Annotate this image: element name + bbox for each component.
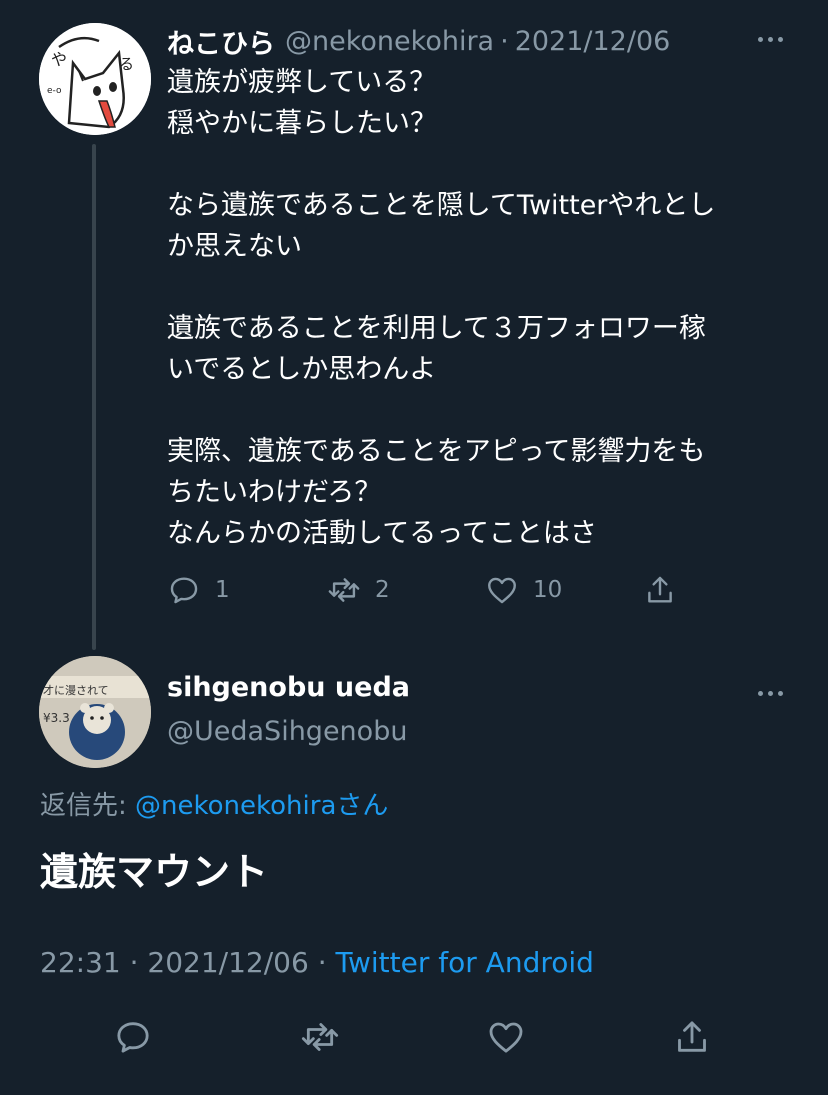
tweet-text: 遺族が疲弊している？ 穏やかに暮らしたい？ なら遺族であることを隠してTwitt…: [167, 62, 792, 554]
like-count: 10: [533, 577, 563, 603]
svg-text:る: る: [119, 55, 134, 73]
reply-icon: [170, 577, 198, 604]
retweet-icon: [328, 578, 360, 602]
tweet-line: いでるとしか思わんよ: [167, 354, 437, 385]
reply-button[interactable]: [113, 1015, 153, 1059]
share-icon: [648, 576, 672, 603]
share-icon: [678, 1021, 706, 1052]
retweet-button[interactable]: [300, 1015, 340, 1059]
tweet-line: ちたいわけだろ？: [167, 477, 382, 508]
display-name[interactable]: sihgenobu ueda: [167, 672, 410, 703]
tweet-line: 実際、遺族であることをアピって影響力をも: [167, 436, 706, 467]
more-icon[interactable]: [750, 678, 790, 708]
share-button[interactable]: [643, 568, 677, 612]
like-button[interactable]: [486, 1015, 526, 1059]
tweet-line: 穏やかに暮らしたい？: [167, 108, 437, 139]
separator: ·: [500, 25, 509, 57]
like-icon: [488, 577, 516, 604]
tweet-time[interactable]: 22:31: [40, 946, 121, 979]
retweet-count: 2: [375, 577, 390, 603]
tweet-meta: 22:31 · 2021/12/06 · Twitter for Android: [40, 946, 594, 979]
tweet-actions: 1 2 10: [167, 568, 687, 612]
handle[interactable]: @UedaSihgenobu: [167, 716, 407, 747]
svg-text:や: や: [51, 50, 67, 69]
tweet-line: か思えない: [167, 231, 302, 262]
reply-icon: [117, 1022, 149, 1053]
tweet-line: なら遺族であることを隠してTwitterやれとし: [167, 190, 716, 221]
handle[interactable]: @nekonekohira: [285, 26, 494, 57]
thread-line: [92, 144, 96, 650]
tweet-date[interactable]: 2021/12/06: [147, 946, 308, 979]
avatar[interactable]: や る e-o: [39, 23, 151, 135]
reply-mention-link[interactable]: @nekonekohira: [135, 791, 336, 821]
like-icon: [489, 1022, 523, 1053]
tweet-line: なんらかの活動してるってことはさ: [167, 518, 597, 549]
tweet-line: 遺族が疲弊している？: [167, 67, 437, 98]
tweet-actions: [0, 1015, 828, 1063]
share-button[interactable]: [672, 1015, 712, 1059]
reply-suffix: さん: [336, 791, 389, 821]
more-icon[interactable]: [750, 24, 790, 54]
svg-text:¥3.3: ¥3.3: [43, 711, 70, 725]
tweet-line: 遺族であることを利用して３万フォロワー稼: [167, 313, 706, 344]
tweet-text: 遺族マウント: [40, 850, 269, 894]
reply-context: 返信先: @nekonekohiraさん: [40, 785, 388, 822]
retweet-button[interactable]: 2: [327, 568, 390, 612]
svg-text:才に漫されて: 才に漫されて: [43, 683, 109, 697]
photo-avatar-icon: 才に漫されて ¥3.3: [39, 656, 151, 768]
tweet-header: ねこひら @nekonekohira · 2021/12/06: [167, 20, 670, 62]
display-name[interactable]: ねこひら: [167, 22, 275, 61]
tweet-date[interactable]: 2021/12/06: [515, 26, 671, 57]
parent-tweet[interactable]: や る e-o ねこひら @nekonekohira · 2021/12/06 …: [0, 0, 828, 650]
tweet-source-link[interactable]: Twitter for Android: [336, 946, 594, 979]
tweet-detail-page: や る e-o ねこひら @nekonekohira · 2021/12/06 …: [0, 0, 828, 1095]
reply-count: 1: [215, 577, 230, 603]
separator: ·: [317, 946, 327, 979]
reply-prefix: 返信先:: [40, 791, 136, 821]
svg-text:e-o: e-o: [47, 86, 62, 96]
avatar[interactable]: 才に漫されて ¥3.3: [39, 656, 151, 768]
separator: ·: [129, 946, 139, 979]
cat-avatar-icon: や る e-o: [39, 23, 151, 135]
retweet-icon: [301, 1023, 339, 1051]
like-button[interactable]: 10: [485, 568, 562, 612]
reply-button[interactable]: 1: [167, 568, 230, 612]
